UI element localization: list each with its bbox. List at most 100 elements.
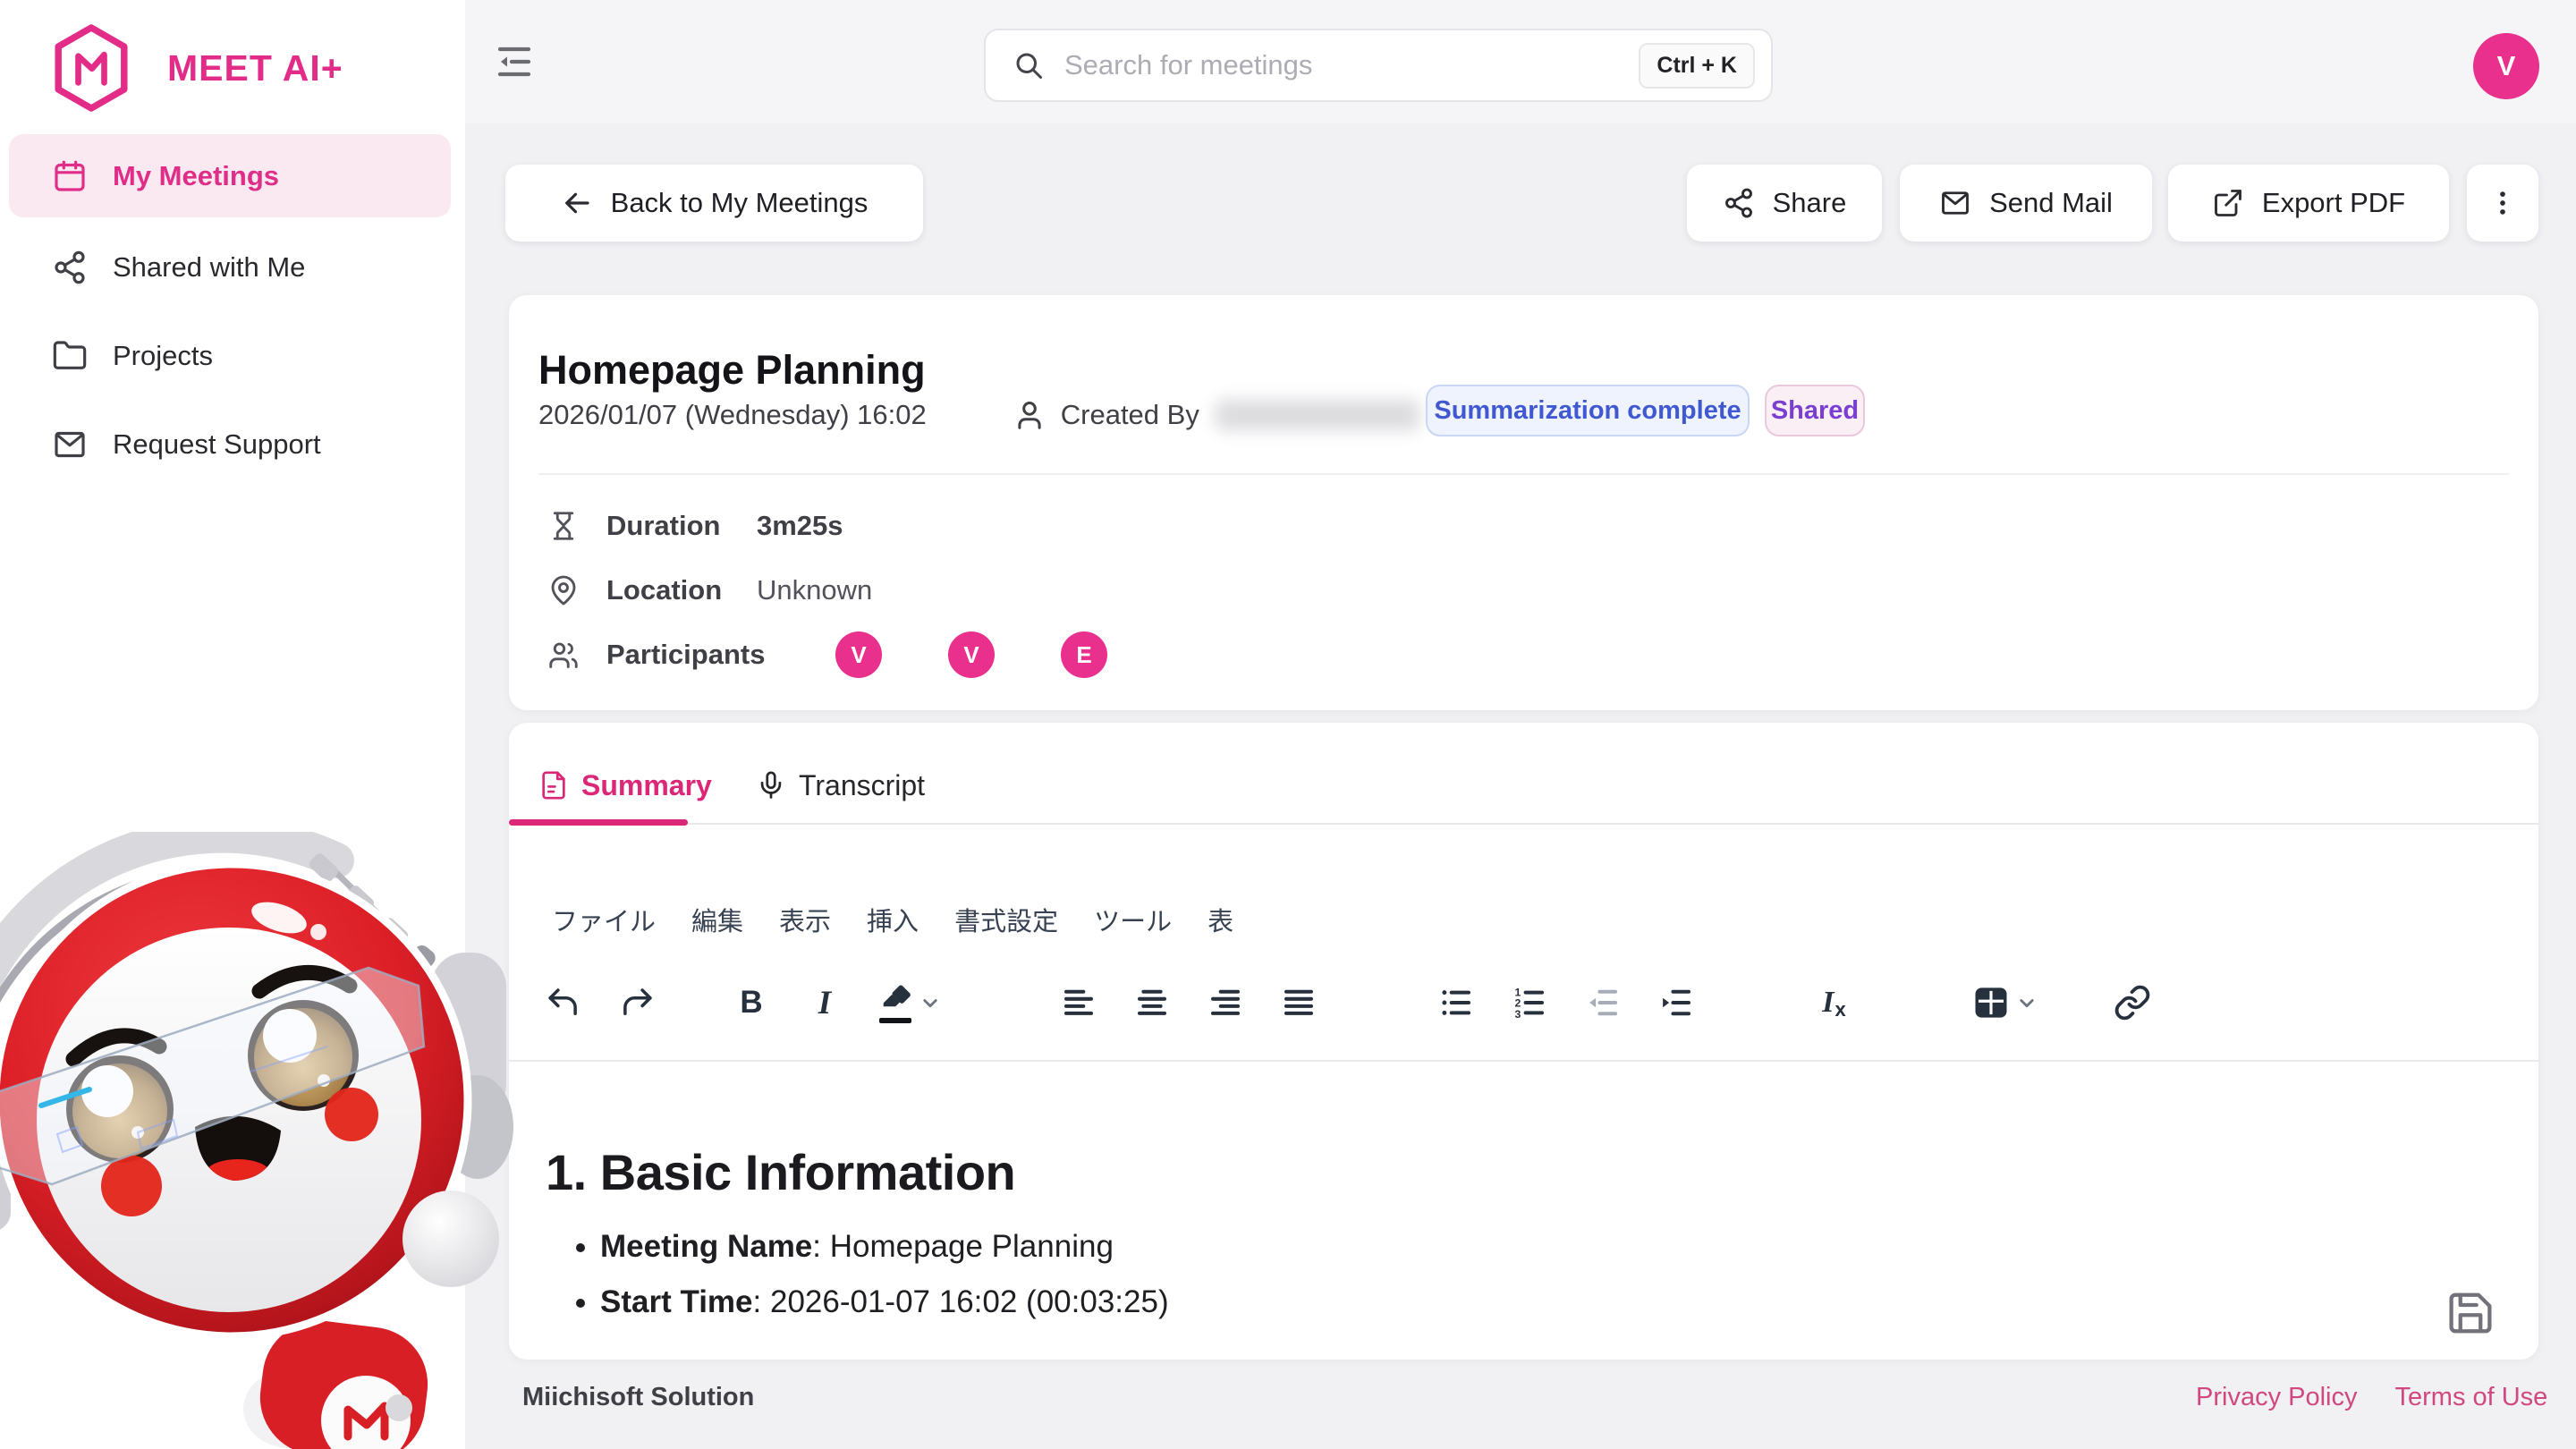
terms-of-use-link[interactable]: Terms of Use — [2395, 1383, 2548, 1412]
sidebar-item-projects[interactable]: Projects — [9, 314, 451, 397]
footer-company: Miichisoft Solution — [522, 1383, 754, 1412]
tab-summary[interactable]: Summary — [538, 758, 712, 812]
participants-icon — [547, 639, 580, 671]
menu-insert[interactable]: 挿入 — [867, 901, 919, 938]
export-pdf-button-label: Export PDF — [2262, 187, 2405, 219]
brand-hexagon-icon — [49, 22, 133, 114]
participant-avatar[interactable]: V — [835, 631, 882, 678]
outdent-icon — [1584, 984, 1622, 1021]
indent-icon — [1657, 984, 1695, 1021]
bullet-list-button[interactable] — [1434, 980, 1479, 1025]
outdent-button[interactable] — [1580, 980, 1625, 1025]
link-icon — [2114, 984, 2151, 1021]
calendar-icon — [52, 158, 88, 194]
table-button[interactable] — [1969, 980, 2013, 1025]
document-icon — [538, 770, 569, 801]
location-label: Location — [606, 574, 757, 606]
menu-view[interactable]: 表示 — [779, 901, 831, 938]
mail-icon — [1939, 187, 1971, 219]
toolbar-divider — [509, 1060, 2538, 1062]
sidebar-item-shared-with-me[interactable]: Shared with Me — [9, 225, 451, 309]
microphone-icon — [756, 770, 786, 801]
numbered-list-button[interactable]: 1 2 3 — [1507, 980, 1552, 1025]
menu-file[interactable]: ファイル — [552, 901, 656, 938]
more-options-button[interactable] — [2467, 165, 2538, 242]
bold-button[interactable]: B — [729, 980, 774, 1025]
menu-table[interactable]: 表 — [1208, 901, 1233, 938]
participants-label: Participants — [606, 639, 810, 671]
summary-section-heading: 1. Basic Information — [546, 1143, 1015, 1201]
share-button-label: Share — [1773, 187, 1847, 219]
tab-transcript-label: Transcript — [799, 769, 925, 802]
editor-toolbar: B I — [541, 975, 2155, 1030]
align-justify-icon — [1280, 984, 1318, 1021]
brand-logo: MEET AI+ — [49, 22, 343, 114]
hourglass-icon — [547, 510, 580, 542]
send-mail-button[interactable]: Send Mail — [1900, 165, 2152, 242]
status-badge-summarization: Summarization complete — [1426, 385, 1750, 436]
tab-summary-label: Summary — [581, 769, 712, 802]
clear-formatting-button[interactable]: Ix — [1811, 980, 1856, 1025]
participant-avatar[interactable]: E — [1061, 631, 1107, 678]
participant-avatars: V V E — [835, 631, 1107, 678]
location-value: Unknown — [757, 574, 872, 606]
indent-button[interactable] — [1654, 980, 1699, 1025]
duration-row: Duration 3m25s — [547, 503, 843, 549]
meeting-info-card: Homepage Planning 2026/01/07 (Wednesday)… — [509, 295, 2538, 710]
back-button[interactable]: Back to My Meetings — [505, 165, 923, 242]
share-button[interactable]: Share — [1687, 165, 1882, 242]
menu-edit[interactable]: 編集 — [691, 901, 743, 938]
highlight-dropdown-button[interactable] — [917, 980, 944, 1025]
undo-button[interactable] — [541, 980, 586, 1025]
sidebar-item-label: My Meetings — [113, 160, 279, 192]
tab-transcript[interactable]: Transcript — [756, 758, 925, 812]
chevron-down-icon — [2013, 984, 2040, 1021]
highlight-color-swatch — [879, 1018, 911, 1023]
sidebar-item-label: Projects — [113, 340, 213, 372]
numbered-list-icon: 1 2 3 — [1511, 984, 1548, 1021]
menu-tools[interactable]: ツール — [1094, 901, 1172, 938]
chevron-down-icon — [917, 984, 944, 1021]
export-pdf-button[interactable]: Export PDF — [2168, 165, 2449, 242]
svg-text:3: 3 — [1515, 1008, 1521, 1021]
sidebar-item-my-meetings[interactable]: My Meetings — [9, 134, 451, 217]
privacy-policy-link[interactable]: Privacy Policy — [2196, 1383, 2358, 1412]
share-icon — [52, 250, 88, 285]
save-button[interactable] — [2446, 1289, 2495, 1337]
arrow-left-icon — [561, 187, 593, 219]
user-avatar[interactable]: V — [2473, 33, 2539, 99]
search-shortcut-badge: Ctrl + K — [1639, 43, 1755, 89]
align-center-button[interactable] — [1130, 980, 1174, 1025]
search-placeholder: Search for meetings — [1064, 49, 1619, 81]
active-tab-underline — [509, 819, 688, 826]
status-badge-shared: Shared — [1765, 385, 1865, 436]
sidebar-item-request-support[interactable]: Request Support — [9, 402, 451, 486]
share-icon — [1723, 187, 1755, 219]
menu-format[interactable]: 書式設定 — [954, 901, 1058, 938]
align-center-icon — [1133, 984, 1171, 1021]
meeting-card-divider — [538, 473, 2509, 475]
align-justify-button[interactable] — [1276, 980, 1321, 1025]
search-icon — [1013, 49, 1045, 81]
redo-button[interactable] — [614, 980, 659, 1025]
highlight-color-button[interactable] — [876, 980, 917, 1025]
highlighter-icon — [879, 980, 913, 1014]
search-bar[interactable]: Search for meetings Ctrl + K — [984, 29, 1773, 102]
tab-row-divider — [509, 823, 2538, 825]
undo-icon — [545, 984, 582, 1021]
align-left-button[interactable] — [1056, 980, 1101, 1025]
created-by-label: Created By — [1061, 399, 1199, 431]
table-dropdown-button[interactable] — [2013, 980, 2040, 1025]
bullet-list-icon — [1437, 984, 1475, 1021]
sidebar-collapse-button[interactable] — [487, 38, 541, 88]
align-right-button[interactable] — [1203, 980, 1248, 1025]
editor-menubar: ファイル 編集 表示 挿入 書式設定 ツール 表 — [552, 898, 1233, 941]
location-row: Location Unknown — [547, 567, 872, 614]
list-item: Meeting Name: Homepage Planning — [600, 1229, 1169, 1265]
participant-avatar[interactable]: V — [948, 631, 995, 678]
link-button[interactable] — [2110, 980, 2155, 1025]
mascot-robot — [0, 832, 519, 1449]
duration-label: Duration — [606, 510, 757, 542]
italic-button[interactable]: I — [802, 980, 847, 1025]
creator-name-redacted — [1216, 400, 1419, 430]
